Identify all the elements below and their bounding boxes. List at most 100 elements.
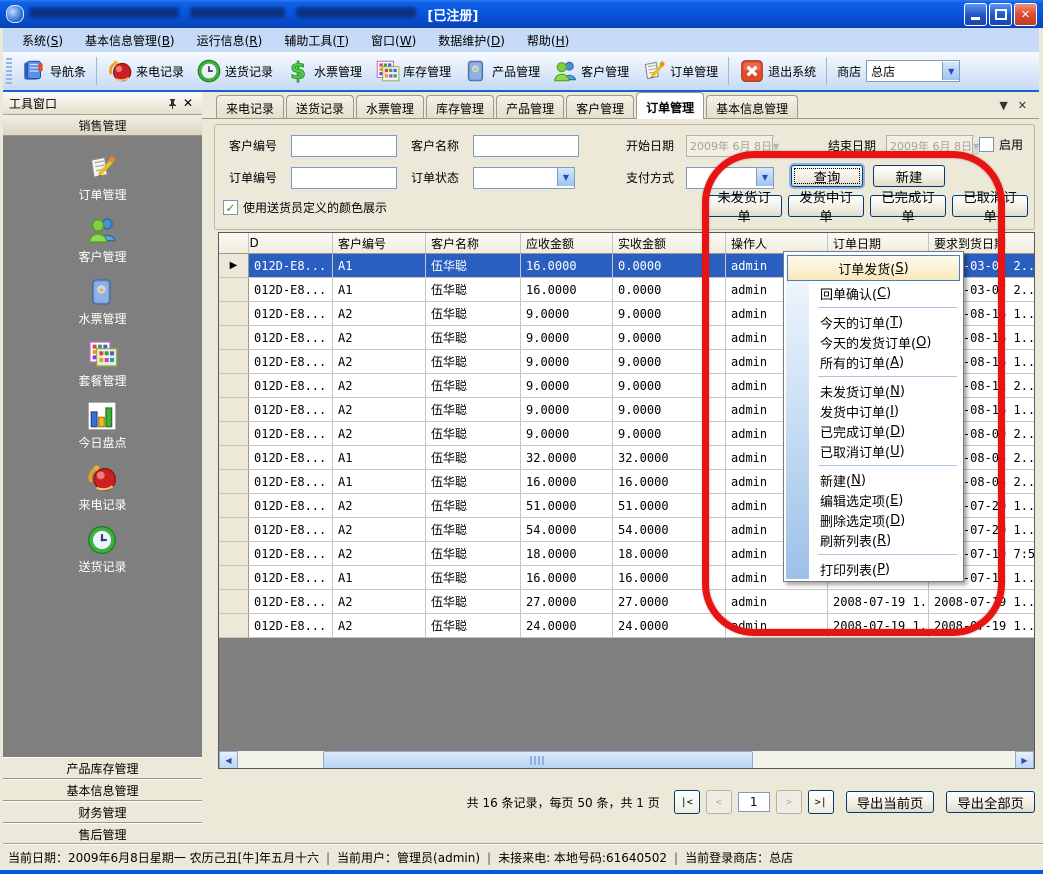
row-header[interactable] <box>219 398 249 421</box>
tab-close-icon[interactable]: ✕ <box>1018 99 1027 112</box>
context-menu-item-8[interactable]: 发货中订单(I) <box>786 401 961 421</box>
toolbar-grip[interactable] <box>6 58 12 84</box>
status-filter-button-3[interactable]: 已取消订单 <box>952 195 1028 217</box>
row-header[interactable] <box>219 350 249 373</box>
minimize-button[interactable] <box>964 3 987 26</box>
checkbox-checked-icon[interactable]: ✓ <box>223 200 238 215</box>
grid-column-header-3[interactable]: 客户名称 <box>426 233 521 253</box>
sidebar-item-0[interactable]: 订单管理 <box>78 152 126 203</box>
row-header[interactable] <box>219 566 249 589</box>
sidebar-section-2[interactable]: 财务管理 <box>3 801 202 823</box>
row-header[interactable] <box>219 374 249 397</box>
context-menu-item-7[interactable]: 未发货订单(N) <box>786 381 961 401</box>
context-menu-item-5[interactable]: 所有的订单(A) <box>786 352 961 372</box>
row-header[interactable] <box>219 590 249 613</box>
export-current-page-button[interactable]: 导出当前页 <box>846 791 935 813</box>
tab-0[interactable]: 来电记录 <box>216 95 284 118</box>
chevron-down-icon[interactable]: ▼ <box>756 168 773 186</box>
customer-no-input[interactable] <box>291 135 397 157</box>
close-button[interactable]: ✕ <box>1014 3 1037 26</box>
row-header[interactable] <box>219 470 249 493</box>
last-page-button[interactable]: >| <box>808 790 834 814</box>
context-menu-item-17[interactable]: 打印列表(P) <box>786 559 961 579</box>
shop-combobox[interactable]: 总店▼ <box>866 60 960 82</box>
chevron-down-icon[interactable]: ▼ <box>772 137 779 155</box>
close-icon[interactable]: ✕ <box>180 95 196 111</box>
row-header[interactable] <box>219 446 249 469</box>
tab-scroll-icon[interactable]: ▼ <box>999 99 1007 112</box>
menu-item-2[interactable]: 运行信息(R) <box>186 29 274 52</box>
status-filter-button-0[interactable]: 未发货订单 <box>706 195 782 217</box>
sidebar-section-1[interactable]: 基本信息管理 <box>3 779 202 801</box>
sidebar-item-5[interactable]: 来电记录 <box>78 462 126 513</box>
grid-column-header-0[interactable] <box>219 233 249 253</box>
toolbar-button-2[interactable]: 送货记录 <box>190 56 279 86</box>
context-menu-item-12[interactable]: 新建(N) <box>786 470 961 490</box>
sidebar-item-1[interactable]: 客户管理 <box>78 214 126 265</box>
grid-column-header-5[interactable]: 实收金额 <box>613 233 726 253</box>
table-row[interactable]: 012D-E8...A2伍华聪24.000024.0000admin2008-0… <box>219 614 1034 638</box>
context-menu-item-1[interactable]: 回单确认(C) <box>786 283 961 303</box>
sidebar-section-0[interactable]: 产品库存管理 <box>3 757 202 779</box>
new-button[interactable]: 新建 <box>873 165 945 187</box>
next-page-button[interactable]: > <box>776 790 802 814</box>
row-header[interactable] <box>219 326 249 349</box>
order-no-input[interactable] <box>291 167 397 189</box>
sidebar-item-4[interactable]: 今日盘点 <box>78 400 126 451</box>
scroll-right-icon[interactable]: ▶ <box>1015 751 1034 769</box>
scrollbar-thumb[interactable] <box>323 751 753 769</box>
menu-item-1[interactable]: 基本信息管理(B) <box>74 29 186 52</box>
sidebar-item-2[interactable]: ★水票管理 <box>78 276 126 327</box>
customer-name-input[interactable] <box>473 135 579 157</box>
first-page-button[interactable]: |< <box>674 790 700 814</box>
tab-4[interactable]: 产品管理 <box>496 95 564 118</box>
context-menu-item-9[interactable]: 已完成订单(D) <box>786 421 961 441</box>
grid-column-header-4[interactable]: 应收金额 <box>521 233 613 253</box>
checkbox-icon[interactable] <box>979 137 994 152</box>
row-header[interactable] <box>219 494 249 517</box>
context-menu-item-3[interactable]: 今天的订单(T) <box>786 312 961 332</box>
toolbar-button-8[interactable]: 退出系统 <box>733 56 822 86</box>
page-number-input[interactable]: 1 <box>738 792 770 812</box>
prev-page-button[interactable]: < <box>706 790 732 814</box>
grid-column-header-8[interactable]: 要求到货日期 <box>929 233 1035 253</box>
sidebar-section-3[interactable]: 售后管理 <box>3 823 202 845</box>
tab-1[interactable]: 送货记录 <box>286 95 354 118</box>
row-header[interactable] <box>219 518 249 541</box>
scroll-left-icon[interactable]: ◀ <box>219 751 238 769</box>
toolbar-button-6[interactable]: 客户管理 <box>546 56 635 86</box>
tab-5[interactable]: 客户管理 <box>566 95 634 118</box>
pay-method-select[interactable]: ▼ <box>686 167 774 189</box>
row-header[interactable] <box>219 614 249 637</box>
context-menu-item-13[interactable]: 编辑选定项(E) <box>786 490 961 510</box>
toolbar-button-4[interactable]: 库存管理 <box>368 56 457 86</box>
export-all-pages-button[interactable]: 导出全部页 <box>946 791 1035 813</box>
row-header[interactable]: ▶ <box>219 254 249 277</box>
order-status-select[interactable]: ▼ <box>473 167 575 189</box>
context-menu-item-10[interactable]: 已取消订单(U) <box>786 441 961 461</box>
menu-item-5[interactable]: 数据维护(D) <box>427 29 516 52</box>
sidebar-item-3[interactable]: 套餐管理 <box>78 338 126 389</box>
menu-item-3[interactable]: 辅助工具(T) <box>273 29 360 52</box>
query-button[interactable]: 查询 <box>791 165 863 187</box>
start-date-picker[interactable]: 2009年 6月 8日 ▼ <box>686 135 774 157</box>
row-header[interactable] <box>219 542 249 565</box>
end-date-picker[interactable]: 2009年 6月 8日 ▼ <box>886 135 974 157</box>
context-menu-item-15[interactable]: 刷新列表(R) <box>786 530 961 550</box>
maximize-button[interactable] <box>989 3 1012 26</box>
grid-column-header-6[interactable]: 操作人 <box>726 233 828 253</box>
toolbar-button-5[interactable]: ★产品管理 <box>457 56 546 86</box>
toolbar-button-1[interactable]: 来电记录 <box>101 56 190 86</box>
horizontal-scrollbar[interactable]: ◀ ▶ <box>219 751 1034 768</box>
enable-checkbox[interactable]: 启用 <box>979 136 1023 153</box>
chevron-down-icon[interactable]: ▼ <box>557 168 574 186</box>
toolbar-button-0[interactable]: 导航条 <box>15 56 92 86</box>
context-menu-item-4[interactable]: 今天的发货订单(O) <box>786 332 961 352</box>
table-row[interactable]: 012D-E8...A2伍华聪27.000027.0000admin2008-0… <box>219 590 1034 614</box>
tab-7[interactable]: 基本信息管理 <box>706 95 798 118</box>
toolbar-button-7[interactable]: 订单管理 <box>635 56 724 86</box>
tab-2[interactable]: 水票管理 <box>356 95 424 118</box>
context-menu-item-0[interactable]: 订单发货(S) <box>787 255 960 281</box>
status-filter-button-1[interactable]: 发货中订单 <box>788 195 864 217</box>
grid-column-header-1[interactable]: ID <box>249 233 333 253</box>
